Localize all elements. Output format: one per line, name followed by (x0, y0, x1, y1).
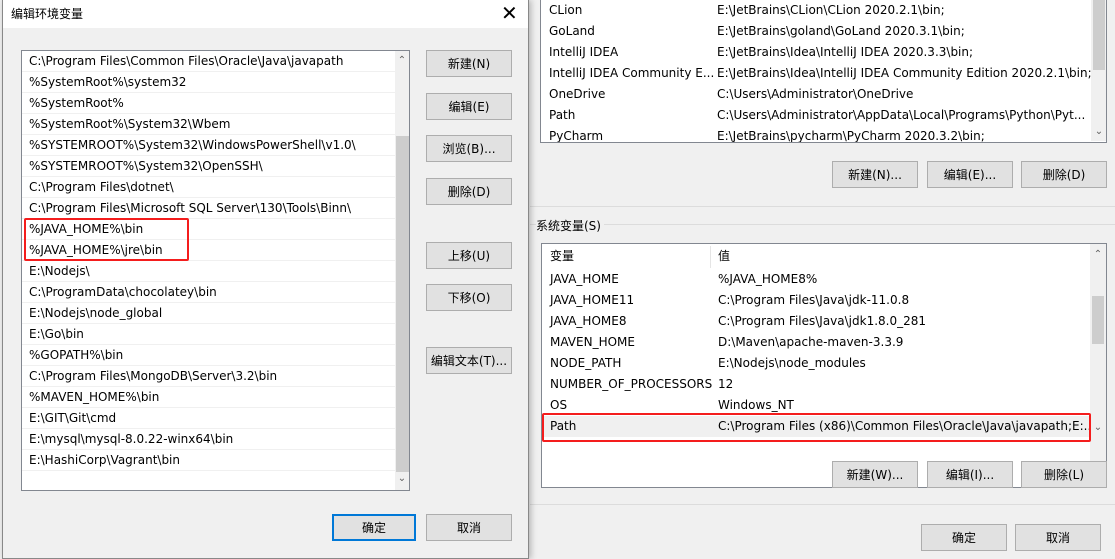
var-value: %JAVA_HOME8% (718, 272, 818, 286)
system-var-row[interactable]: NODE_PATH E:\Nodejs\node_modules (542, 353, 1090, 374)
user-edit-button[interactable]: 编辑(E)... (927, 161, 1013, 188)
path-list-item[interactable]: C:\Program Files\dotnet\ (22, 177, 395, 198)
system-var-row[interactable]: MAVEN_HOME D:\Maven\apache-maven-3.3.9 (542, 332, 1090, 353)
user-var-row[interactable]: Path C:\Users\Administrator\AppData\Local… (541, 105, 1089, 126)
new-button[interactable]: 新建(N) (426, 50, 512, 77)
var-name: PyCharm (549, 129, 604, 143)
path-list-item[interactable]: C:\Program Files\Common Files\Oracle\Jav… (22, 51, 395, 72)
system-edit-button[interactable]: 编辑(I)... (927, 461, 1013, 488)
var-value: E:\JetBrains\Idea\IntelliJ IDEA Communit… (717, 66, 1092, 80)
env-cancel-button[interactable]: 取消 (1015, 524, 1101, 551)
path-list-item[interactable]: %SYSTEMROOT%\System32\WindowsPowerShell\… (22, 135, 395, 156)
var-name: NUMBER_OF_PROCESSORS (550, 377, 713, 391)
var-value: C:\Users\Administrator\AppData\Local\Pro… (717, 108, 1086, 122)
edit-text-button[interactable]: 编辑文本(T)... (426, 347, 512, 374)
system-vars-header: 变量 值 (542, 246, 1090, 268)
edit-env-dialog: 编辑环境变量 ✕ C:\Program Files\Common Files\O… (2, 0, 529, 559)
var-name: JAVA_HOME11 (550, 293, 635, 307)
var-value: C:\Users\Administrator\OneDrive (717, 87, 914, 101)
path-list-item[interactable]: E:\Go\bin (22, 324, 395, 345)
var-value: E:\Nodejs\node_modules (718, 356, 866, 370)
highlight-box (542, 413, 1091, 442)
var-value: E:\JetBrains\goland\GoLand 2020.3.1\bin; (717, 24, 965, 38)
var-name: JAVA_HOME (550, 272, 619, 286)
var-value: 12 (718, 377, 734, 391)
system-var-row[interactable]: JAVA_HOME8 C:\Program Files\Java\jdk1.8.0… (542, 311, 1090, 332)
system-delete-button[interactable]: 删除(L) (1021, 461, 1107, 488)
cancel-button[interactable]: 取消 (426, 514, 512, 541)
path-list-item[interactable]: %SystemRoot%\system32 (22, 72, 395, 93)
header-name[interactable]: 变量 (550, 246, 574, 267)
user-var-row[interactable]: GoLand E:\JetBrains\goland\GoLand 2020.3.… (541, 21, 1089, 42)
scroll-down-icon[interactable]: ⌄ (1091, 126, 1106, 137)
header-value[interactable]: 值 (718, 246, 730, 267)
path-list-item[interactable]: %SYSTEMROOT%\System32\OpenSSH\ (22, 156, 395, 177)
var-name: MAVEN_HOME (550, 335, 635, 349)
system-var-row[interactable]: JAVA_HOME %JAVA_HOME8% (542, 269, 1090, 290)
var-name: OneDrive (549, 87, 606, 101)
var-value: E:\JetBrains\pycharm\PyCharm 2020.3.2\bi… (717, 129, 985, 143)
scroll-up-icon[interactable]: ⌃ (395, 55, 409, 66)
var-name: GoLand (549, 24, 595, 38)
path-list[interactable]: C:\Program Files\Common Files\Oracle\Jav… (21, 50, 410, 491)
var-value: E:\JetBrains\Idea\IntelliJ IDEA 2020.3.3… (717, 45, 974, 59)
highlight-box (24, 218, 189, 261)
path-list-item[interactable]: E:\GIT\Git\cmd (22, 408, 395, 429)
env-ok-button[interactable]: 确定 (921, 524, 1007, 551)
var-name: NODE_PATH (550, 356, 622, 370)
user-new-button[interactable]: 新建(N)... (832, 161, 918, 188)
system-vars-list[interactable]: 变量 值 JAVA_HOME %JAVA_HOME8% JAVA_HOME11 C:\… (541, 243, 1107, 488)
user-var-row[interactable]: CLion E:\JetBrains\CLion\CLion 2020.2.1\b… (541, 0, 1089, 21)
system-var-row[interactable]: JAVA_HOME11 C:\Program Files\Java\jdk-11.… (542, 290, 1090, 311)
scroll-down-icon[interactable]: ⌄ (1090, 422, 1106, 433)
path-list-item[interactable]: %GOPATH%\bin (22, 345, 395, 366)
path-list-item[interactable]: %MAVEN_HOME%\bin (22, 387, 395, 408)
delete-button[interactable]: 删除(D) (426, 178, 512, 205)
path-list-item[interactable]: C:\Program Files\MongoDB\Server\3.2\bin (22, 366, 395, 387)
system-vars-group-label: 系统变量(S) (536, 217, 604, 234)
close-icon[interactable]: ✕ (501, 1, 518, 25)
var-value: C:\Program Files\Java\jdk1.8.0_281 (718, 314, 927, 328)
user-var-row[interactable]: PyCharm E:\JetBrains\pycharm\PyCharm 2020… (541, 126, 1089, 143)
path-list-item[interactable]: %SystemRoot% (22, 93, 395, 114)
scroll-up-icon[interactable]: ⌃ (1090, 249, 1106, 260)
user-var-row[interactable]: IntelliJ IDEA E:\JetBrains\Idea\IntelliJ … (541, 42, 1089, 63)
edit-button[interactable]: 编辑(E) (426, 93, 512, 120)
var-value: C:\Program Files\Java\jdk-11.0.8 (718, 293, 910, 307)
browse-button[interactable]: 浏览(B)... (426, 135, 512, 162)
path-list-item[interactable]: C:\Program Files\Microsoft SQL Server\13… (22, 198, 395, 219)
var-name: IntelliJ IDEA Community E... (549, 66, 715, 80)
system-var-row[interactable]: NUMBER_OF_PROCESSORS 12 (542, 374, 1090, 395)
path-list-scrollbar[interactable]: ⌃ ⌄ (395, 51, 409, 490)
var-value: E:\JetBrains\CLion\CLion 2020.2.1\bin; (717, 3, 945, 17)
dialog-title: 编辑环境变量 (11, 7, 84, 21)
var-name: CLion (549, 3, 583, 17)
var-value: D:\Maven\apache-maven-3.3.9 (718, 335, 904, 349)
system-vars-scrollbar[interactable]: ⌃ ⌄ (1090, 244, 1106, 487)
var-name: Path (549, 108, 576, 122)
var-name: IntelliJ IDEA (549, 45, 619, 59)
path-list-item[interactable]: E:\Nodejs\ (22, 261, 395, 282)
move-down-button[interactable]: 下移(O) (426, 284, 512, 311)
scroll-down-icon[interactable]: ⌄ (395, 473, 409, 484)
system-new-button[interactable]: 新建(W)... (832, 461, 918, 488)
path-list-item[interactable]: C:\ProgramData\chocolatey\bin (22, 282, 395, 303)
title-bar: 编辑环境变量 ✕ (3, 0, 528, 28)
path-list-item[interactable]: E:\Nodejs\node_global (22, 303, 395, 324)
path-list-item[interactable]: E:\HashiCorp\Vagrant\bin (22, 450, 395, 471)
user-vars-scrollbar[interactable]: ⌄ (1091, 0, 1106, 141)
user-var-row[interactable]: IntelliJ IDEA Community E... E:\JetBrains… (541, 63, 1092, 84)
var-name: JAVA_HOME8 (550, 314, 627, 328)
path-list-item[interactable]: E:\mysql\mysql-8.0.22-winx64\bin (22, 429, 395, 450)
user-vars-list[interactable]: CLion E:\JetBrains\CLion\CLion 2020.2.1\b… (540, 0, 1107, 143)
path-list-item[interactable]: %SystemRoot%\System32\Wbem (22, 114, 395, 135)
user-delete-button[interactable]: 删除(D) (1021, 161, 1107, 188)
ok-button[interactable]: 确定 (332, 514, 416, 541)
move-up-button[interactable]: 上移(U) (426, 242, 512, 269)
user-var-row[interactable]: OneDrive C:\Users\Administrator\OneDrive (541, 84, 1089, 105)
